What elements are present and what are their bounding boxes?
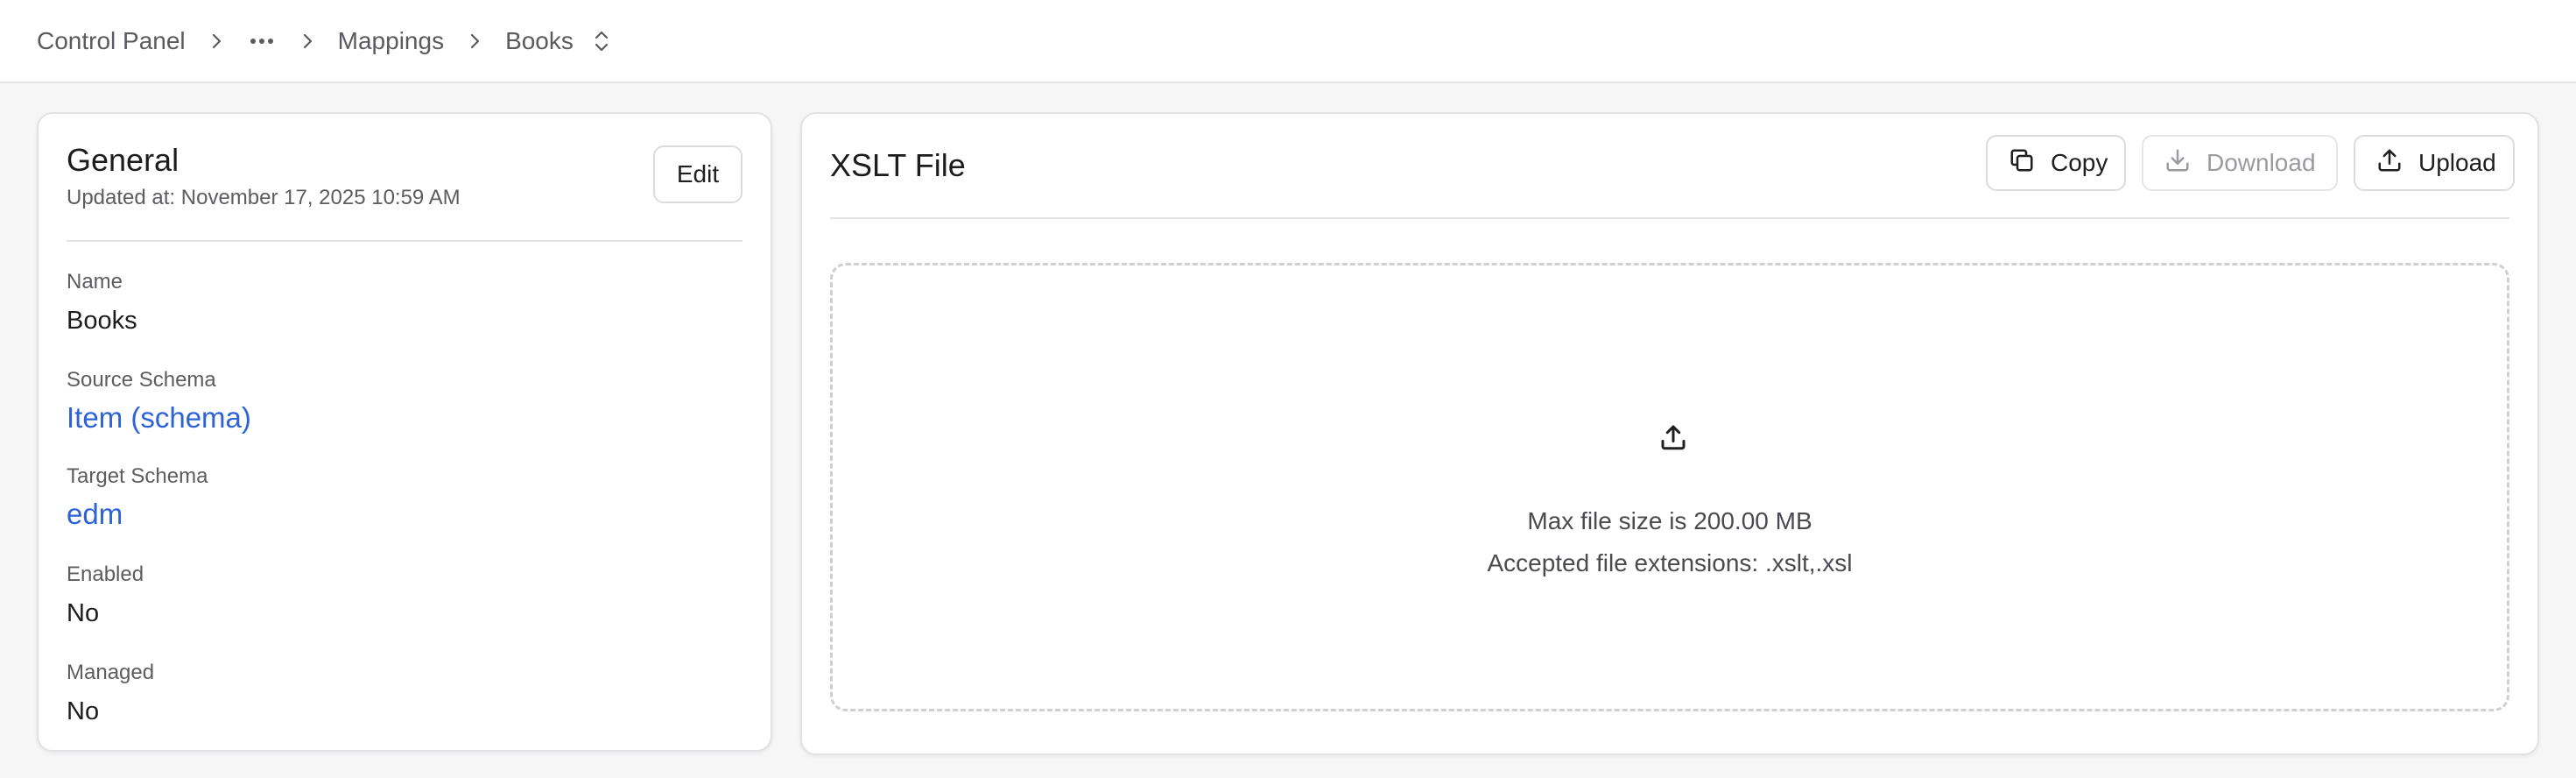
breadcrumb: Control Panel Mappings Books (0, 0, 2576, 83)
name-label: Name (67, 270, 123, 294)
more-horizontal-icon[interactable] (247, 26, 277, 56)
source-schema-label: Source Schema (67, 368, 216, 392)
updated-at-text: Updated at: November 17, 2025 10:59 AM (67, 186, 461, 209)
upload-icon (2376, 147, 2403, 180)
upload-button[interactable]: Upload (2354, 135, 2515, 191)
dropzone-extensions: Accepted file extensions: .xslt,.xsl (1487, 549, 1853, 576)
copy-button[interactable]: Copy (1986, 135, 2126, 191)
xslt-title: XSLT File (830, 147, 966, 183)
chevron-right-icon (277, 24, 338, 59)
copy-icon (2009, 147, 2035, 180)
edit-button[interactable]: Edit (653, 145, 743, 203)
download-icon (2164, 147, 2191, 180)
chevron-right-icon (444, 24, 505, 59)
enabled-value: No (67, 599, 100, 627)
general-title: General (67, 142, 179, 178)
breadcrumb-control-panel[interactable]: Control Panel (37, 28, 186, 53)
xslt-card: XSLT File Copy Download Upload Max file … (800, 112, 2539, 755)
chevrons-up-down-icon[interactable] (584, 24, 619, 59)
upload-label: Upload (2418, 149, 2496, 176)
managed-value: No (67, 697, 100, 725)
target-schema-label: Target Schema (67, 464, 208, 488)
download-button[interactable]: Download (2142, 135, 2338, 191)
xslt-divider (830, 217, 2509, 219)
file-dropzone[interactable]: Max file size is 200.00 MB Accepted file… (830, 263, 2509, 711)
managed-label: Managed (67, 661, 155, 684)
upload-icon (1658, 421, 1689, 453)
dropzone-max-size: Max file size is 200.00 MB (1527, 507, 1812, 534)
chevron-right-icon (186, 24, 247, 59)
copy-label: Copy (2051, 149, 2108, 176)
breadcrumb-mappings[interactable]: Mappings (338, 28, 444, 53)
name-value: Books (67, 307, 137, 335)
general-card: General Updated at: November 17, 2025 10… (37, 112, 772, 752)
download-label: Download (2206, 149, 2316, 176)
target-schema-link[interactable]: edm (67, 498, 123, 531)
breadcrumb-books: Books (505, 26, 574, 54)
enabled-label: Enabled (67, 562, 144, 586)
source-schema-link[interactable]: Item (schema) (67, 401, 251, 435)
general-divider (67, 240, 743, 242)
